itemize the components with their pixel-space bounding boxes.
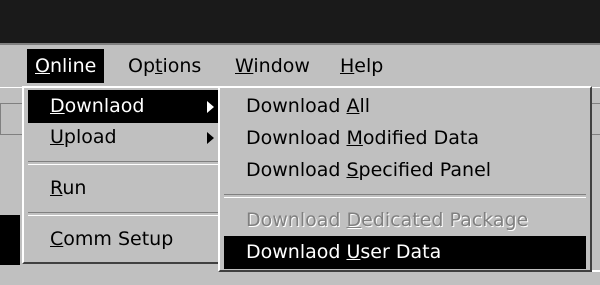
menu-help-key: H (340, 55, 355, 77)
online-menu: Downlaod Upload Run Comm Setup (22, 86, 226, 264)
download-submenu: Download All Download Modified Data Down… (218, 86, 592, 272)
menu-options-pre: Op (128, 55, 156, 77)
menu-options-post: ions (162, 55, 202, 77)
online-menu-download-key: D (50, 95, 65, 117)
menu-online-key: O (35, 55, 50, 77)
submenu-download-modified-pre: Download (246, 127, 347, 149)
submenu-download-specified-key: S (346, 159, 359, 181)
submenu-download-all-post: ll (359, 95, 371, 117)
online-menu-comm-setup-post: omm Setup (63, 228, 174, 250)
menu-help[interactable]: Help (332, 49, 391, 83)
online-menu-run[interactable]: Run (28, 172, 220, 205)
menu-help-post: elp (354, 55, 384, 77)
workspace-dark-strip (0, 215, 20, 265)
online-menu-upload-post: pload (63, 126, 117, 148)
menu-window-key: W (235, 55, 254, 77)
online-menu-download-post: ownlaod (64, 95, 145, 117)
submenu-arrow-icon (207, 132, 214, 144)
submenu-download-dedicated-pre: Download (246, 209, 347, 231)
title-bar (0, 0, 600, 45)
menu-window-post: indow (253, 55, 310, 77)
online-menu-run-key: R (50, 177, 63, 199)
online-menu-comm-setup[interactable]: Comm Setup (28, 223, 220, 256)
submenu-download-dedicated-post: edicated Package (361, 209, 529, 231)
menu-bar: Online Options Window Help (0, 45, 600, 87)
online-menu-separator (28, 161, 220, 165)
submenu-download-modified[interactable]: Download Modified Data (224, 122, 586, 155)
submenu-download-modified-post: odified Data (362, 127, 479, 149)
menu-online[interactable]: Online (27, 49, 105, 83)
submenu-download-user-data-post: ser Data (360, 241, 442, 263)
submenu-download-specified-pre: Download (246, 159, 347, 181)
menu-window[interactable]: Window (227, 49, 318, 83)
submenu-download-dedicated: Download Dedicated Package (224, 204, 586, 237)
submenu-separator (224, 194, 586, 198)
online-menu-separator (28, 212, 220, 216)
online-menu-comm-setup-key: C (50, 228, 64, 250)
submenu-download-user-data-key: U (346, 241, 361, 263)
online-menu-run-post: un (62, 177, 87, 199)
online-menu-upload[interactable]: Upload (28, 121, 220, 154)
submenu-download-user-data-pre: Downlaod (246, 241, 347, 263)
submenu-download-dedicated-key: D (346, 209, 362, 231)
submenu-download-specified-post: pecified Panel (358, 159, 492, 181)
menu-online-post: nline (49, 55, 97, 77)
submenu-download-specified[interactable]: Download Specified Panel (224, 154, 586, 187)
submenu-arrow-icon (207, 101, 214, 113)
submenu-download-user-data[interactable]: Downlaod User Data (224, 236, 586, 269)
online-menu-upload-key: U (50, 126, 64, 148)
submenu-download-modified-key: M (346, 127, 363, 149)
menu-options[interactable]: Options (120, 49, 209, 83)
submenu-download-all[interactable]: Download All (224, 90, 586, 123)
submenu-download-all-pre: Download (246, 95, 347, 117)
online-menu-download[interactable]: Downlaod (28, 90, 220, 123)
submenu-download-all-key: A (346, 95, 360, 117)
